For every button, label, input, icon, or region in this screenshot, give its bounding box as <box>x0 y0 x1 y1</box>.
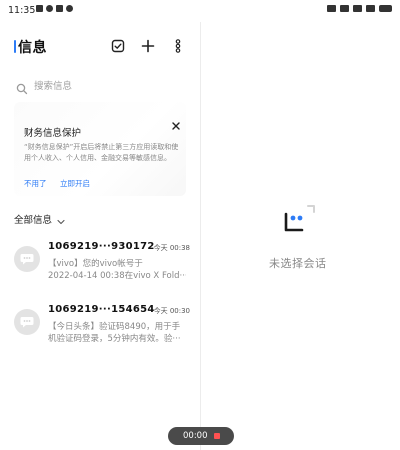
filter-label: 全部信息 <box>14 215 53 226</box>
message-preview: 2022-04-14 00:38在vivo X Fold··· <box>48 271 186 281</box>
page-title: 信息 <box>18 40 47 56</box>
message-time: 今天 00:38 <box>153 244 190 252</box>
message-bubble-icon <box>20 317 34 328</box>
message-preview: 【vivo】您的vivo帐号于 <box>48 259 143 269</box>
video-icon <box>36 5 43 12</box>
message-sender: 1069219···154654 <box>48 304 155 315</box>
message-sender: 1069219···930172 <box>48 241 155 252</box>
message-time: 今天 00:30 <box>153 307 190 315</box>
stop-recording-icon[interactable] <box>214 433 220 439</box>
checkbox-select-icon[interactable] <box>110 38 126 54</box>
pane-divider <box>200 22 201 450</box>
title-accent <box>14 40 16 53</box>
bluetooth-icon <box>46 5 53 12</box>
card-icon <box>56 5 63 12</box>
wifi-icon <box>366 5 375 12</box>
search-icon <box>16 80 28 95</box>
status-system-icons <box>327 5 392 12</box>
message-preview: 机验证码登录，5分钟内有效。验··· <box>48 334 181 344</box>
plus-icon[interactable] <box>140 38 156 54</box>
sim-icon <box>340 5 349 12</box>
card-body-text: “财务信息保护”开启后将禁止第三方应用读取和使用个人收入、个人信用、金融交易等敏… <box>24 143 179 162</box>
signal-icon <box>353 5 362 12</box>
empty-conversation-icon <box>282 204 322 236</box>
decline-button[interactable]: 不用了 <box>24 178 47 189</box>
close-icon[interactable] <box>171 116 181 130</box>
more-vertical-icon[interactable] <box>170 38 186 54</box>
status-notification-icons <box>36 5 73 12</box>
no-conversation-selected-text: 未选择会话 <box>269 257 327 270</box>
card-title: 财务信息保护 <box>24 128 82 139</box>
message-bubble-icon <box>20 254 34 265</box>
recording-time: 00:00 <box>183 431 208 441</box>
message-filter-dropdown[interactable]: 全部信息 <box>14 212 65 226</box>
chevron-down-icon <box>57 210 65 229</box>
status-time: 11:35 <box>8 5 36 16</box>
avatar <box>14 246 40 272</box>
message-preview: 【今日头条】验证码8490，用于手 <box>48 322 181 332</box>
battery-icon <box>379 5 392 12</box>
app-icon <box>66 5 73 12</box>
enable-now-button[interactable]: 立即开启 <box>60 178 90 189</box>
avatar <box>14 309 40 335</box>
nfc-icon <box>327 5 336 12</box>
search-input[interactable] <box>34 77 184 95</box>
